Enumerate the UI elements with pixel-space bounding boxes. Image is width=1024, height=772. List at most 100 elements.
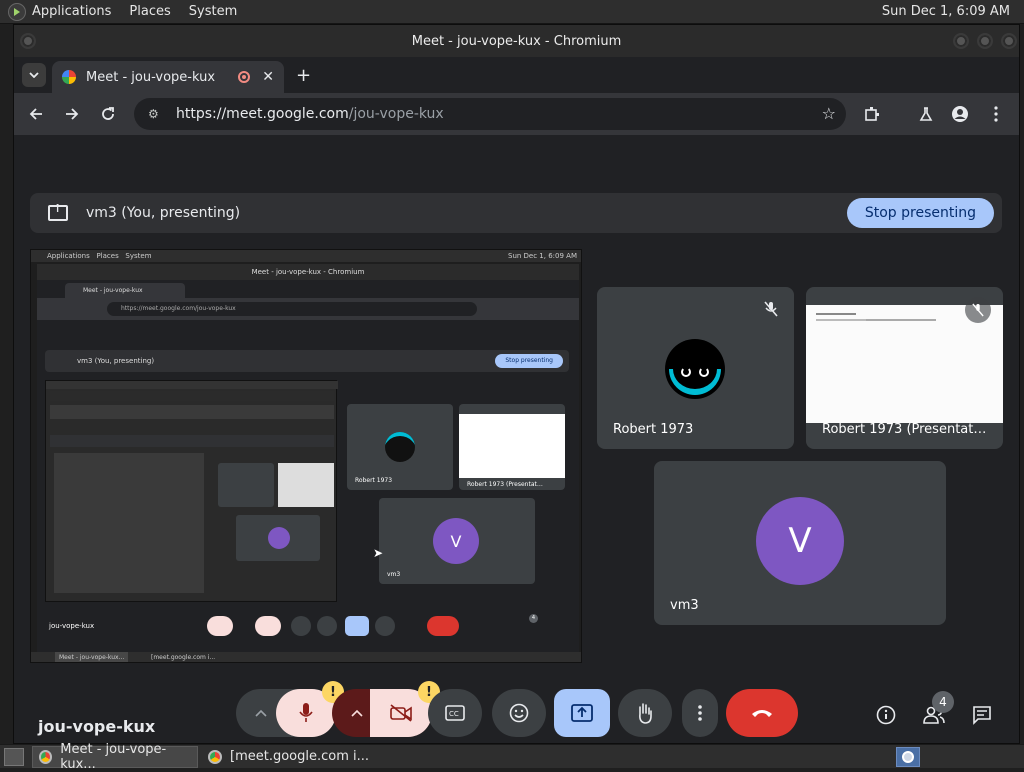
mic-off-icon: [965, 297, 991, 323]
mini-tile-vm3: V vm3: [379, 498, 535, 584]
presentation-preview: [806, 305, 1003, 423]
forward-button[interactable]: [60, 102, 84, 126]
tab-search-button[interactable]: [22, 63, 46, 87]
mini-taskbar: Meet - jou-vope-kux... [meet.google.com …: [31, 652, 581, 662]
arrow-right-icon: [66, 108, 79, 120]
close-tab-button[interactable]: ✕: [262, 69, 274, 85]
mini-tile-presentation-name: Robert 1973 (Presentat…: [467, 481, 543, 488]
mini-task-1: Meet - jou-vope-kux...: [55, 652, 129, 662]
flask-icon: [919, 107, 933, 121]
leave-call-button[interactable]: [726, 689, 798, 737]
raise-hand-button[interactable]: [618, 689, 672, 737]
account-icon: [952, 106, 968, 122]
hand-icon: [639, 703, 652, 724]
menu-places[interactable]: Places: [129, 4, 170, 19]
tab-meet[interactable]: Meet - jou-vope-kux ✕: [52, 61, 284, 93]
stop-presenting-button[interactable]: Stop presenting: [846, 198, 994, 228]
call-end-icon: [752, 710, 772, 717]
mini-toolbar: https://meet.google.com/jou-vope-kux: [37, 298, 579, 320]
menu-system[interactable]: System: [189, 4, 237, 19]
mini-menu-applications: Applications: [47, 252, 90, 260]
mini-nested-screen: [45, 380, 338, 602]
participant-tile-robert[interactable]: Robert 1973: [597, 287, 794, 449]
meeting-code: jou-vope-kux: [38, 717, 156, 736]
taskbar-item-sharing[interactable]: [meet.google.com i...: [202, 746, 382, 768]
close-window-button[interactable]: [1001, 33, 1017, 49]
mini-tile-presentation: Robert 1973 (Presentat…: [459, 404, 565, 490]
mini-people-count: 4: [529, 614, 538, 623]
present-now-button[interactable]: [554, 689, 610, 737]
mini-tile-robert: Robert 1973: [347, 404, 453, 490]
meet-page: vm3 (You, presenting) Stop presenting Ap…: [14, 135, 1019, 743]
mini-clock: Sun Dec 1, 6:09 AM: [508, 252, 577, 260]
top-panel: Applications Places System Sun Dec 1, 6:…: [0, 0, 1024, 24]
new-tab-button[interactable]: +: [296, 65, 311, 86]
mini-meet: vm3 (You, presenting) Stop presenting Ro…: [37, 320, 579, 662]
presenting-banner: vm3 (You, presenting) Stop presenting: [30, 193, 1002, 233]
participant-name: vm3: [670, 598, 699, 613]
participant-tile-presentation[interactable]: Robert 1973 (Presentat…: [806, 287, 1003, 449]
info-icon: [876, 705, 896, 725]
bookmark-star-icon[interactable]: ☆: [822, 104, 836, 123]
workspace-switcher[interactable]: [896, 747, 920, 767]
window-titlebar[interactable]: Meet - jou-vope-kux - Chromium: [14, 25, 1019, 57]
more-vert-icon: [994, 106, 998, 122]
shared-screen-preview: Applications Places System Sun Dec 1, 6:…: [30, 249, 582, 663]
chevron-up-icon: [351, 709, 363, 717]
extensions-button[interactable]: [860, 102, 884, 126]
closed-captions-icon: CC: [445, 705, 465, 721]
mini-tile-vm3-name: vm3: [387, 571, 401, 578]
svg-text:CC: CC: [449, 710, 459, 718]
gnome-foot-icon[interactable]: [8, 2, 26, 21]
mini-address-bar: https://meet.google.com/jou-vope-kux: [107, 302, 477, 316]
taskbar-item-label: [meet.google.com i...: [230, 749, 370, 764]
mini-tab: Meet - jou-vope-kux: [65, 283, 185, 298]
mini-presenting-label: vm3 (You, presenting): [77, 357, 155, 365]
present-to-all-icon: [48, 202, 68, 221]
more-options-button[interactable]: [682, 689, 718, 737]
mini-meeting-code: jou-vope-kux: [49, 622, 95, 630]
recording-indicator-icon: [238, 71, 251, 83]
chromium-icon: [39, 749, 53, 764]
chromium-tray-icon: [902, 751, 914, 763]
chevron-up-icon: [255, 709, 267, 717]
camera-button[interactable]: !: [370, 681, 440, 737]
maximize-button[interactable]: [977, 33, 993, 49]
meeting-details-button[interactable]: [874, 703, 898, 727]
show-desktop-icon[interactable]: [4, 747, 24, 766]
participant-tile-vm3[interactable]: V vm3: [654, 461, 946, 625]
chat-button[interactable]: [970, 703, 994, 727]
tab-strip: Meet - jou-vope-kux ✕ +: [14, 57, 1019, 93]
mini-menu-places: Places: [96, 252, 119, 260]
captions-button[interactable]: CC: [428, 689, 482, 737]
window-title: Meet - jou-vope-kux - Chromium: [411, 33, 622, 49]
mini-controls: [187, 616, 459, 636]
back-button[interactable]: [24, 102, 48, 126]
browser-toolbar: ⚙ https://meet.google.com/jou-vope-kux ☆: [14, 93, 1019, 135]
browser-window: Meet - jou-vope-kux - Chromium Meet - jo…: [13, 24, 1020, 744]
mini-top-panel: Applications Places System Sun Dec 1, 6:…: [31, 250, 581, 262]
chat-icon: [973, 706, 991, 725]
window-menu-button[interactable]: [20, 33, 36, 49]
robert-avatar: [665, 339, 725, 399]
taskbar-item-meet[interactable]: Meet - jou-vope-kux...: [32, 742, 198, 772]
mic-off-icon: [764, 301, 778, 321]
minimize-button[interactable]: [953, 33, 969, 49]
profile-button[interactable]: [948, 102, 972, 126]
address-bar[interactable]: ⚙ https://meet.google.com/jou-vope-kux ☆: [134, 98, 846, 130]
labs-button[interactable]: [914, 102, 938, 126]
tab-title: Meet - jou-vope-kux: [86, 69, 216, 85]
taskbar: Meet - jou-vope-kux... [meet.google.com …: [0, 742, 1024, 772]
mic-icon: [299, 703, 313, 722]
emoji-icon: [509, 703, 529, 723]
site-info-icon[interactable]: ⚙: [148, 107, 164, 121]
participant-name: Robert 1973: [613, 422, 694, 437]
menu-applications[interactable]: Applications: [32, 4, 111, 19]
clock[interactable]: Sun Dec 1, 6:09 AM: [882, 4, 1010, 19]
reactions-button[interactable]: [492, 689, 546, 737]
mini-tile-robert-name: Robert 1973: [355, 477, 393, 484]
microphone-button[interactable]: !: [276, 681, 344, 737]
vm3-avatar: V: [756, 497, 844, 585]
browser-menu-button[interactable]: [984, 102, 1008, 126]
reload-button[interactable]: [96, 102, 120, 126]
